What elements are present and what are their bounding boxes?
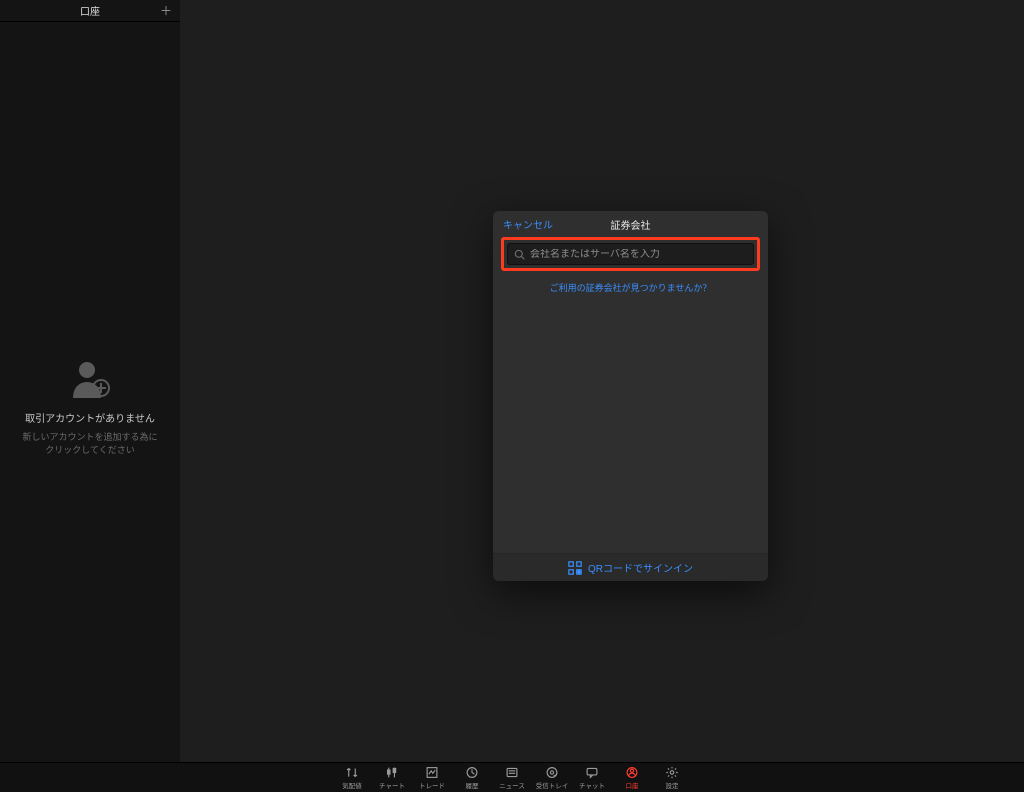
tab-label: 設定 bbox=[666, 780, 679, 790]
qr-code-icon bbox=[568, 561, 582, 575]
sidebar-header: 口座 ＋ bbox=[0, 0, 180, 22]
tab-inbox[interactable]: 受信トレイ bbox=[532, 763, 572, 792]
search-icon bbox=[514, 249, 525, 260]
trade-icon bbox=[425, 766, 439, 779]
add-account-icon[interactable]: ＋ bbox=[160, 5, 172, 17]
chat-icon bbox=[585, 766, 599, 779]
cancel-button[interactable]: キャンセル bbox=[503, 217, 553, 232]
history-icon bbox=[465, 766, 479, 779]
empty-account-subtitle: 新しいアカウントを追加する為に クリックしてください bbox=[22, 431, 157, 456]
empty-account-title: 取引アカウントがありません bbox=[25, 410, 155, 425]
search-highlight-frame bbox=[501, 237, 760, 271]
modal-title: 証券会社 bbox=[611, 217, 651, 232]
tab-trade[interactable]: トレード bbox=[412, 763, 452, 792]
broker-not-found-link[interactable]: ご利用の証券会社が見つかりませんか？ bbox=[493, 281, 768, 294]
broker-modal: キャンセル 証券会社 ご利用の証券会社が見つかりませんか？ bbox=[493, 211, 768, 581]
sidebar-body: 取引アカウントがありません 新しいアカウントを追加する為に クリックしてください bbox=[0, 22, 180, 792]
account-icon bbox=[625, 766, 639, 779]
gear-icon bbox=[665, 766, 679, 779]
add-user-icon bbox=[69, 358, 111, 400]
modal-results-area bbox=[493, 294, 768, 553]
search-wrap bbox=[493, 237, 768, 271]
tab-label: 気配値 bbox=[342, 780, 362, 790]
broker-search-input[interactable] bbox=[530, 249, 747, 260]
tab-chart[interactable]: チャート bbox=[372, 763, 412, 792]
chart-icon bbox=[385, 766, 399, 779]
news-icon bbox=[505, 766, 519, 779]
quotes-icon bbox=[345, 766, 359, 779]
bottom-tabbar: 気配値 チャート トレード 履歴 ニュース bbox=[0, 762, 1024, 792]
tab-quotes[interactable]: 気配値 bbox=[332, 763, 372, 792]
tab-news[interactable]: ニュース bbox=[492, 763, 532, 792]
tab-chat[interactable]: チャット bbox=[572, 763, 612, 792]
tab-label: ニュース bbox=[499, 780, 525, 790]
sidebar: 口座 ＋ 取引アカウントがありません 新しいア bbox=[0, 0, 180, 792]
qr-signin-button[interactable]: QRコードでサインイン bbox=[493, 553, 768, 581]
inbox-icon bbox=[545, 766, 559, 779]
empty-account-placeholder[interactable]: 取引アカウントがありません 新しいアカウントを追加する為に クリックしてください bbox=[22, 358, 157, 456]
tab-label: トレード bbox=[419, 780, 445, 790]
tab-label: 履歴 bbox=[466, 780, 479, 790]
sidebar-title: 口座 bbox=[80, 3, 100, 18]
qr-signin-label: QRコードでサインイン bbox=[588, 560, 693, 575]
tab-label: チャート bbox=[379, 780, 405, 790]
modal-header: キャンセル 証券会社 bbox=[493, 211, 768, 237]
tab-label: チャット bbox=[579, 780, 605, 790]
tab-history[interactable]: 履歴 bbox=[452, 763, 492, 792]
tab-label: 受信トレイ bbox=[536, 780, 569, 790]
search-field[interactable] bbox=[507, 243, 754, 265]
tab-account[interactable]: 口座 bbox=[612, 763, 652, 792]
tab-label: 口座 bbox=[626, 780, 639, 790]
tab-settings[interactable]: 設定 bbox=[652, 763, 692, 792]
